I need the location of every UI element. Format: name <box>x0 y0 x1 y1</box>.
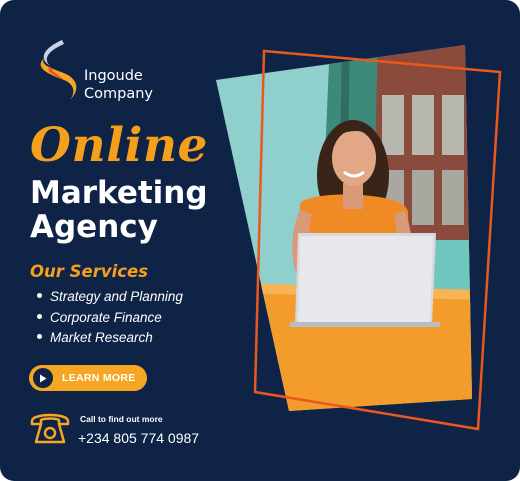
promo-card: Ingoude Company Online Marketing Agency … <box>0 0 520 481</box>
hero-photo <box>216 45 502 431</box>
